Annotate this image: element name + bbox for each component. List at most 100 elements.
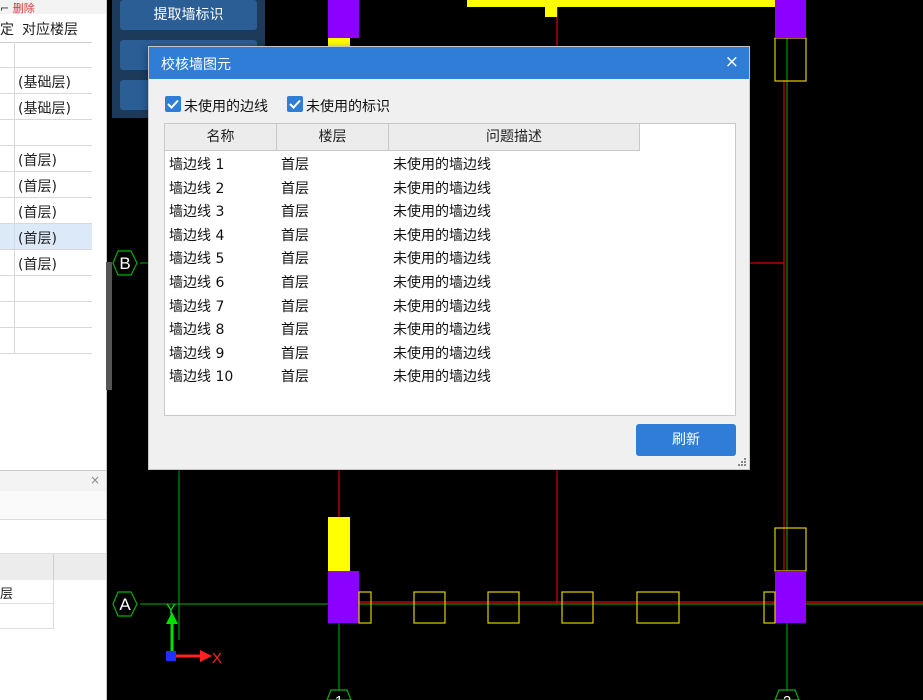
floor-row[interactable] (0, 328, 92, 354)
floor-row-select-cell[interactable] (0, 198, 15, 223)
floor-row-select-cell[interactable] (0, 224, 15, 249)
cell-description: 未使用的墙边线 (393, 227, 491, 244)
cell-description: 未使用的墙边线 (393, 275, 491, 291)
wall-segment[interactable] (545, 0, 557, 17)
floor-row-select-cell[interactable] (0, 42, 15, 67)
close-icon[interactable]: × (90, 473, 100, 487)
floor-row-select-cell[interactable] (0, 120, 15, 145)
floor-row-select-cell[interactable] (0, 302, 15, 327)
floor-grid: (基础层) (基础层) (首层) (首层) (首层) (首层) (首层) (0, 42, 92, 354)
floor-row[interactable] (0, 120, 92, 146)
delete-button[interactable]: 删除 (13, 2, 35, 14)
floor-row[interactable]: (基础层) (0, 94, 92, 120)
floor-row-label: (基础层) (18, 75, 71, 91)
floor-row-select-cell[interactable] (0, 146, 15, 171)
floor-row-label: (首层) (18, 257, 57, 273)
column[interactable] (328, 571, 359, 623)
property-grid-header (0, 553, 106, 580)
table-row[interactable]: 墙边线 2 首层 未使用的墙边线 (165, 176, 735, 200)
unused-edge-label: 未使用的边线 (184, 99, 268, 115)
axis-bubble-a[interactable]: A (112, 591, 138, 617)
table-row[interactable]: 墙边线 3 首层 未使用的墙边线 (165, 199, 735, 223)
header-col-floor: 对应楼层 (22, 22, 78, 38)
cell-description: 未使用的墙边线 (393, 322, 491, 339)
floor-panel: ⌐ 删除 定 对应楼层 (基础层) (基础层) (首层) (首层) (首层) (首层) (首… (0, 0, 107, 700)
cell-floor: 首层 (281, 251, 309, 268)
cell-name: 墙边线 10 (169, 369, 234, 386)
header-col-set: 定 (0, 22, 14, 38)
floor-row-select-cell[interactable] (0, 172, 15, 197)
axis-bubble-b[interactable]: B (112, 250, 138, 276)
floor-row[interactable]: (基础层) (0, 68, 92, 94)
axis-bubble-1[interactable]: 1 (326, 689, 352, 700)
floor-row-select-cell[interactable] (0, 250, 15, 275)
table-row[interactable]: 墙边线 8 首层 未使用的墙边线 (165, 317, 735, 341)
cell-name: 墙边线 8 (169, 322, 225, 339)
cell-floor: 首层 (281, 180, 309, 197)
table-row[interactable]: 墙边线 7 首层 未使用的墙边线 (165, 294, 735, 318)
cell-description: 未使用的墙边线 (393, 204, 491, 221)
dialog-title: 校核墙图元 (161, 57, 231, 73)
axis-label-a: A (119, 595, 131, 614)
left-toolbar-strip: ⌐ 删除 (0, 0, 106, 14)
cell-floor: 首层 (281, 227, 309, 244)
column-header-description[interactable]: 问题描述 (389, 124, 640, 150)
cell-floor: 首层 (281, 345, 309, 362)
table-row[interactable]: 墙边线 10 首层 未使用的墙边线 (165, 364, 735, 388)
property-row[interactable]: 层 (0, 579, 54, 604)
floor-row[interactable]: (首层) (0, 224, 92, 250)
table-row[interactable]: 墙边线 1 首层 未使用的墙边线 (165, 152, 735, 176)
table-row[interactable]: 墙边线 6 首层 未使用的墙边线 (165, 270, 735, 294)
axis-label-b: B (119, 254, 130, 273)
property-row[interactable] (0, 604, 54, 629)
cell-description: 未使用的墙边线 (393, 345, 491, 362)
panel-splitter-handle[interactable] (106, 262, 112, 390)
unused-mark-label: 未使用的标识 (306, 99, 390, 115)
wall-segment[interactable] (328, 517, 350, 572)
axis-label-2: 2 (783, 693, 791, 700)
column-header-name[interactable]: 名称 (165, 124, 277, 150)
checkbox-checked-icon (287, 96, 303, 112)
floor-row[interactable] (0, 302, 92, 328)
floor-row[interactable] (0, 276, 92, 302)
ucs-y-label: Y (166, 601, 176, 618)
refresh-button[interactable]: 刷新 (636, 424, 736, 456)
cell-description: 未使用的墙边线 (393, 180, 491, 197)
floor-row-label: (首层) (18, 153, 57, 169)
floor-row-select-cell[interactable] (0, 276, 15, 301)
cell-description: 未使用的墙边线 (393, 369, 491, 386)
floor-row-select-cell[interactable] (0, 94, 15, 119)
property-panel-header: × (0, 471, 106, 491)
table-row[interactable]: 墙边线 4 首层 未使用的墙边线 (165, 223, 735, 247)
property-row-label: 层 (0, 587, 14, 602)
cell-description: 未使用的墙边线 (393, 298, 491, 315)
axis-bubble-2[interactable]: 2 (774, 689, 800, 700)
floor-row[interactable]: (首层) (0, 172, 92, 198)
property-panel-tabbar (0, 491, 106, 520)
floor-row[interactable] (0, 42, 92, 68)
cell-floor: 首层 (281, 204, 309, 221)
column[interactable] (775, 571, 806, 623)
column[interactable] (328, 0, 359, 38)
wall-segment[interactable] (467, 0, 775, 7)
dialog-titlebar[interactable]: 校核墙图元 × (149, 47, 749, 79)
cell-name: 墙边线 1 (169, 157, 225, 173)
column-header-floor[interactable]: 楼层 (277, 124, 389, 150)
cell-name: 墙边线 4 (169, 227, 225, 244)
floor-row[interactable]: (首层) (0, 250, 92, 276)
table-row[interactable]: 墙边线 5 首层 未使用的墙边线 (165, 246, 735, 270)
cell-name: 墙边线 5 (169, 251, 225, 268)
floor-row-select-cell[interactable] (0, 68, 15, 93)
resize-grip-icon[interactable] (737, 457, 747, 467)
table-row[interactable]: 墙边线 9 首层 未使用的墙边线 (165, 341, 735, 365)
floor-row[interactable]: (首层) (0, 146, 92, 172)
extract-wall-mark-button[interactable]: 提取墙标识 (120, 0, 257, 30)
column[interactable] (775, 0, 806, 38)
close-icon[interactable]: × (725, 52, 739, 72)
floor-row-select-cell[interactable] (0, 328, 15, 353)
wall-segment[interactable] (328, 37, 350, 46)
cell-description: 未使用的墙边线 (393, 251, 491, 268)
floor-row[interactable]: (首层) (0, 198, 92, 224)
cell-name: 墙边线 7 (169, 298, 225, 315)
issue-table[interactable]: 名称 楼层 问题描述 墙边线 1 首层 未使用的墙边线 墙边线 2 首层 未使用的墙边线墙… (164, 123, 736, 416)
